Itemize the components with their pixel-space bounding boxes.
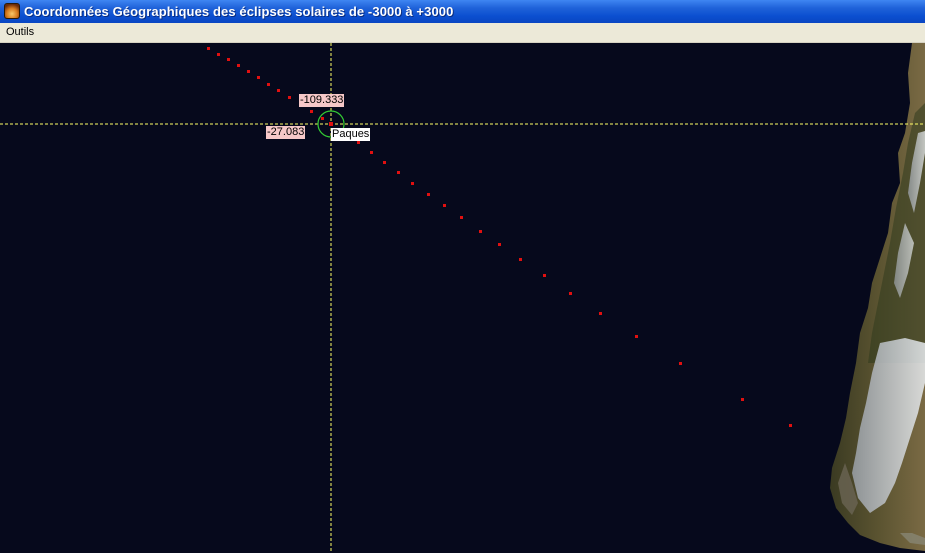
path-point [217,53,220,56]
path-point [679,362,682,365]
path-point [310,110,313,113]
place-label: Paques [331,128,371,141]
path-point [569,292,572,295]
path-point [460,216,463,219]
path-point [599,312,602,315]
path-point [357,141,360,144]
path-point [635,335,638,338]
path-point [247,70,250,73]
longitude-label: -109.333 [299,94,345,107]
latitude-label: -27.083 [266,126,306,139]
path-point [789,424,792,427]
path-point [427,193,430,196]
path-point [543,274,546,277]
path-point [498,243,501,246]
path-point [383,161,386,164]
eclipse-path [207,47,792,427]
window-title: Coordonnées Géographiques des éclipses s… [24,4,454,19]
path-point [519,258,522,261]
path-point [443,204,446,207]
location-point [329,122,333,126]
menu-outils[interactable]: Outils [6,26,34,39]
path-point [479,230,482,233]
menu-bar: Outils [0,23,925,43]
path-point [277,89,280,92]
path-point [370,151,373,154]
title-bar: Coordonnées Géographiques des éclipses s… [0,0,925,23]
path-point [321,117,324,120]
path-point [207,47,210,50]
map-canvas [0,43,925,553]
eclipse-app-icon[interactable] [4,3,20,19]
path-point [411,182,414,185]
path-point [288,96,291,99]
map-view[interactable]: -109.333 -27.083 Paques [0,43,925,553]
path-point [257,76,260,79]
path-point [741,398,744,401]
path-point [397,171,400,174]
path-point [267,83,270,86]
path-point [237,64,240,67]
path-point [227,58,230,61]
